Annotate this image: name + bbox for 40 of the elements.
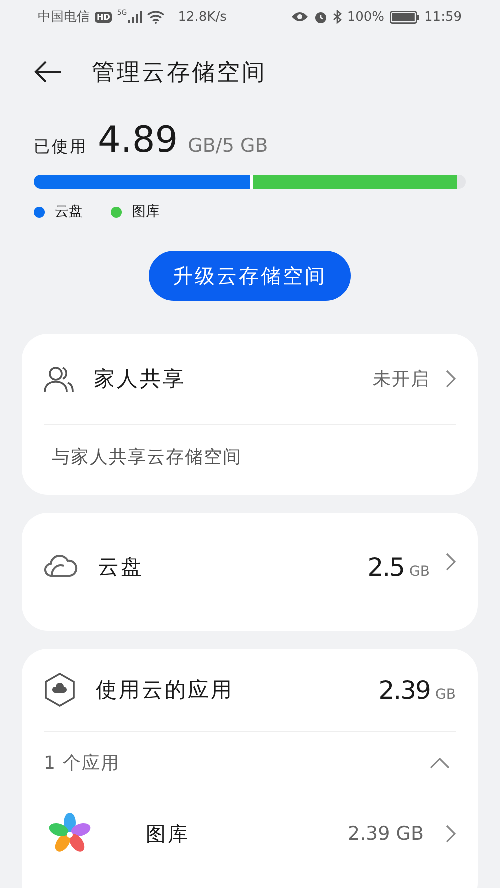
sharing-status: 未开启 (373, 368, 430, 391)
wifi-icon (147, 10, 166, 24)
apps-expander[interactable]: 1 个应用 (44, 732, 456, 794)
row-title: 使用云的应用 (96, 677, 235, 704)
hd-badge: HD (95, 12, 112, 22)
size-value: 2.5 (368, 553, 404, 582)
description-text: 与家人共享云存储空间 (44, 424, 456, 495)
chevron-up-icon (430, 758, 450, 768)
used-amount: 4.89 (98, 120, 178, 161)
legend-label: 图库 (132, 203, 160, 221)
row-title: 家人共享 (94, 366, 187, 393)
app-row[interactable]: 图库 2.39 GB (44, 794, 456, 874)
clock-time: 11:59 (424, 10, 462, 24)
network-speed: 12.8K/s (178, 10, 227, 24)
legend-label: 云盘 (55, 203, 83, 221)
battery-percent: 100% (347, 10, 385, 24)
upgrade-button[interactable]: 升级云存储空间 (149, 251, 351, 301)
size-unit: GB (436, 686, 456, 702)
total-capacity: GB/5 GB (188, 135, 268, 157)
signal-icon (128, 11, 142, 23)
eye-icon (291, 11, 310, 23)
carrier-name: 中国电信 (38, 9, 90, 26)
alarm-icon (314, 10, 328, 24)
app-name: 图库 (146, 820, 191, 848)
cloud-drive-row[interactable]: 云盘 2.5 GB (44, 513, 456, 631)
row-title: 云盘 (98, 554, 145, 581)
cloud-icon (44, 553, 78, 577)
chevron-right-icon (446, 825, 456, 843)
used-label: 已使用 (34, 137, 88, 158)
size-unit: GB (410, 564, 430, 580)
bluetooth-icon (333, 10, 342, 24)
chevron-right-icon (446, 370, 456, 388)
people-icon (44, 365, 74, 393)
size-value: 2.39 (378, 676, 430, 704)
battery-icon (390, 10, 420, 24)
chevron-right-icon (446, 553, 456, 571)
page-title: 管理云存储空间 (92, 58, 267, 88)
hexagon-cloud-icon (44, 673, 76, 707)
family-sharing-row[interactable]: 家人共享 未开启 (44, 334, 456, 424)
app-size: 2.39 GB (348, 823, 424, 845)
